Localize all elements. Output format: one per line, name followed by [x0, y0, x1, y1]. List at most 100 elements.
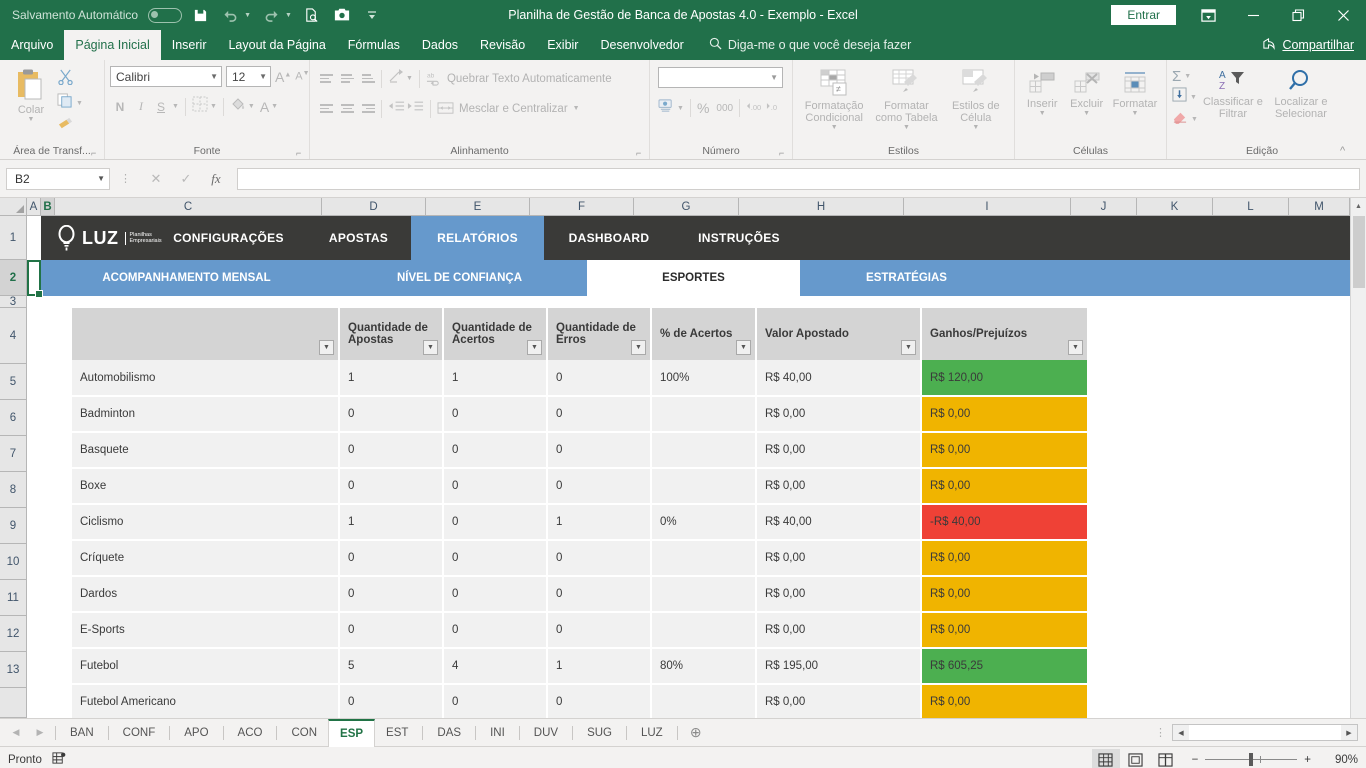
row-header-4[interactable]: 4: [0, 308, 26, 364]
column-header-L[interactable]: L: [1213, 198, 1289, 215]
comma-format-icon[interactable]: 000: [711, 103, 733, 114]
row-header-3[interactable]: 3: [0, 296, 26, 308]
decrease-font-size-icon[interactable]: A▼: [295, 70, 309, 83]
zoom-slider-thumb[interactable]: [1249, 753, 1254, 766]
tab-desenvolvedor[interactable]: Desenvolvedor: [589, 30, 694, 60]
percent-format-icon[interactable]: %: [697, 100, 709, 116]
row-header-10[interactable]: 10: [0, 544, 26, 580]
fill-color-dropdown-icon[interactable]: ▼: [248, 103, 255, 110]
normal-view-icon[interactable]: [1091, 748, 1120, 768]
row-header-9[interactable]: 9: [0, 508, 26, 544]
find-select-button[interactable]: Localizar e Selecionar: [1264, 66, 1338, 120]
orientation-icon[interactable]: [388, 68, 404, 89]
undo-icon[interactable]: [218, 4, 242, 26]
borders-dropdown-icon[interactable]: ▼: [210, 103, 217, 110]
select-all-corner[interactable]: [0, 198, 27, 215]
column-header-H[interactable]: H: [739, 198, 904, 215]
column-header-B[interactable]: B: [41, 198, 55, 215]
autosum-icon[interactable]: Σ: [1172, 68, 1181, 85]
underline-dropdown-icon[interactable]: ▼: [172, 103, 179, 110]
autosave-toggle[interactable]: [148, 7, 183, 23]
sheet-tab-ban[interactable]: BAN: [59, 719, 105, 747]
borders-icon[interactable]: [192, 96, 208, 117]
table-row[interactable]: E-Sports 0 0 0 R$ 0,00 R$ 0,00: [72, 612, 1089, 649]
scroll-up-icon[interactable]: ▲: [1351, 198, 1366, 214]
tab-pagina-inicial[interactable]: Página Inicial: [64, 30, 161, 60]
paste-button[interactable]: Colar ▼: [5, 66, 57, 124]
font-size-select[interactable]: 12 ▼: [226, 66, 271, 87]
column-header-E[interactable]: E: [426, 198, 530, 215]
insert-function-icon[interactable]: fx: [201, 168, 231, 190]
copy-icon[interactable]: [57, 93, 73, 113]
undo-dropdown-icon[interactable]: ▼: [244, 12, 251, 19]
subnav-acompanhamento-mensal[interactable]: ACOMPANHAMENTO MENSAL: [41, 260, 332, 296]
orientation-dropdown-icon[interactable]: ▼: [406, 75, 413, 82]
table-row[interactable]: Dardos 0 0 0 R$ 0,00 R$ 0,00: [72, 576, 1089, 613]
merge-center-dropdown-icon[interactable]: ▼: [573, 105, 580, 112]
tab-revisao[interactable]: Revisão: [469, 30, 536, 60]
format-as-table-button[interactable]: Formatar como Tabela ▼: [870, 66, 942, 132]
sheet-tab-sug[interactable]: SUG: [576, 719, 623, 747]
number-format-select[interactable]: ▼: [658, 67, 783, 88]
nav-instrucoes[interactable]: INSTRUÇÕES: [674, 216, 804, 260]
signin-button[interactable]: Entrar: [1111, 5, 1176, 25]
sort-filter-button[interactable]: A Z Classificar e Filtrar: [1202, 66, 1264, 120]
nav-dashboard[interactable]: DASHBOARD: [544, 216, 674, 260]
increase-decimal-icon[interactable]: .00: [746, 99, 764, 118]
sheet-tab-esp[interactable]: ESP: [328, 718, 376, 747]
sheet-tab-apo[interactable]: APO: [173, 719, 219, 747]
share-button[interactable]: Compartilhar: [1262, 30, 1366, 60]
restore-icon[interactable]: [1276, 0, 1321, 30]
subnav-nivel-de-confianca[interactable]: NÍVEL DE CONFIANÇA: [332, 260, 587, 296]
nav-configuracoes[interactable]: CONFIGURAÇÕES: [151, 216, 306, 260]
add-sheet-icon[interactable]: ⊕: [681, 719, 711, 747]
zoom-slider[interactable]: [1205, 753, 1298, 766]
previous-sheet-icon[interactable]: ◀: [4, 719, 28, 747]
copy-dropdown-icon[interactable]: ▼: [76, 100, 83, 107]
italic-button[interactable]: I: [132, 99, 150, 114]
row-header-13[interactable]: 13: [0, 652, 26, 688]
redo-icon[interactable]: [259, 4, 283, 26]
column-header-F[interactable]: F: [530, 198, 634, 215]
subnav-esportes[interactable]: ESPORTES: [587, 260, 800, 296]
filter-icon-sport[interactable]: ▼: [319, 340, 334, 355]
ribbon-display-options-icon[interactable]: [1186, 0, 1231, 30]
table-row[interactable]: Críquete 0 0 0 R$ 0,00 R$ 0,00: [72, 540, 1089, 577]
alignment-dialog-launcher-icon[interactable]: ⌐: [636, 149, 645, 158]
merge-center-button[interactable]: Mesclar e Centralizar ▼: [437, 101, 580, 116]
align-top-icon[interactable]: [320, 74, 333, 83]
align-bottom-icon[interactable]: [362, 74, 375, 83]
decrease-decimal-icon[interactable]: .0: [766, 99, 784, 118]
column-header-C[interactable]: C: [55, 198, 322, 215]
subnav-estrategias[interactable]: ESTRATÉGIAS: [800, 260, 1013, 296]
sheet-tab-con[interactable]: CON: [280, 719, 328, 747]
row-header-5[interactable]: 5: [0, 364, 26, 400]
page-layout-view-icon[interactable]: [1122, 749, 1150, 768]
row-header-12[interactable]: 12: [0, 616, 26, 652]
sheet-tab-conf[interactable]: CONF: [112, 719, 167, 747]
table-row[interactable]: Basquete 0 0 0 R$ 0,00 R$ 0,00: [72, 432, 1089, 469]
column-header-J[interactable]: J: [1071, 198, 1137, 215]
row-header-2[interactable]: 2: [0, 260, 26, 296]
accessibility-icon[interactable]: [52, 751, 66, 768]
wrap-text-button[interactable]: ab Quebrar Texto Automaticamente: [426, 71, 612, 86]
vertical-scrollbar[interactable]: ▲: [1350, 198, 1366, 718]
align-right-icon[interactable]: [362, 104, 375, 113]
align-center-icon[interactable]: [341, 104, 354, 113]
sheet-tab-aco[interactable]: ACO: [227, 719, 274, 747]
filter-icon-acertos[interactable]: ▼: [527, 340, 542, 355]
tab-inserir[interactable]: Inserir: [161, 30, 218, 60]
sheet-tab-duv[interactable]: DUV: [523, 719, 569, 747]
decrease-indent-icon[interactable]: [388, 99, 405, 118]
font-family-select[interactable]: Calibri ▼: [110, 66, 222, 87]
cut-icon[interactable]: [57, 69, 83, 90]
align-left-icon[interactable]: [320, 104, 333, 113]
tab-formulas[interactable]: Fórmulas: [337, 30, 411, 60]
insert-cells-button[interactable]: Inserir ▼: [1020, 68, 1064, 118]
column-header-A[interactable]: A: [27, 198, 41, 215]
zoom-in-button[interactable]: +: [1304, 754, 1311, 766]
customize-icon[interactable]: [360, 4, 384, 26]
scroll-left-icon[interactable]: ◀: [1173, 725, 1189, 740]
filter-icon-erros[interactable]: ▼: [631, 340, 646, 355]
nav-apostas[interactable]: APOSTAS: [306, 216, 411, 260]
